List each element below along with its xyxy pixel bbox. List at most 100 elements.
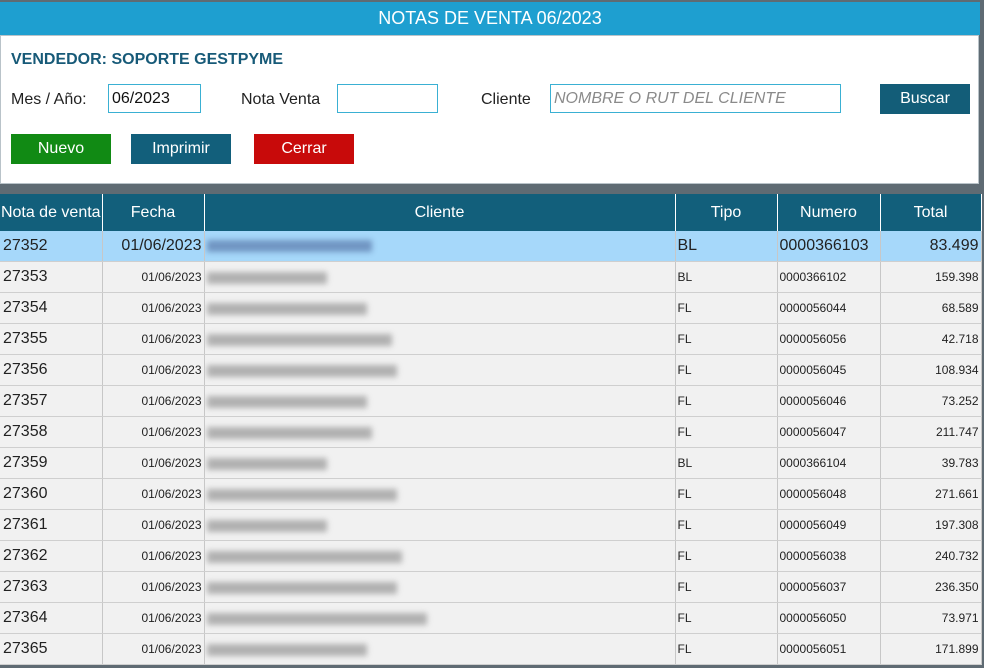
redacted-client-name bbox=[206, 550, 402, 563]
redacted-client-name bbox=[206, 271, 327, 284]
cell-total: 197.308 bbox=[880, 509, 982, 541]
cliente-label: Cliente bbox=[481, 91, 531, 108]
notas-table: Nota de venta Fecha Cliente Tipo Numero … bbox=[0, 194, 982, 665]
cell-numero: 0000056038 bbox=[777, 540, 881, 572]
cell-nota: 27358 bbox=[0, 416, 103, 448]
cell-tipo: BL bbox=[675, 231, 778, 262]
table-row[interactable]: 27356 01/06/2023 FL 0000056045 108.934 bbox=[0, 354, 982, 386]
cell-nota: 27360 bbox=[0, 478, 103, 510]
cell-numero: 0000056044 bbox=[777, 292, 881, 324]
window-title: NOTAS DE VENTA 06/2023 bbox=[0, 2, 980, 35]
cliente-input[interactable] bbox=[550, 84, 841, 113]
cell-tipo: FL bbox=[675, 602, 778, 634]
cell-tipo: FL bbox=[675, 540, 778, 572]
table-row[interactable]: 27353 01/06/2023 BL 0000366102 159.398 bbox=[0, 261, 982, 293]
cell-numero: 0000056048 bbox=[777, 478, 881, 510]
imprimir-button[interactable]: Imprimir bbox=[131, 134, 231, 164]
table-row[interactable]: 27364 01/06/2023 FL 0000056050 73.971 bbox=[0, 602, 982, 634]
cell-total: 240.732 bbox=[880, 540, 982, 572]
redacted-client-name bbox=[206, 581, 397, 594]
cell-tipo: FL bbox=[675, 323, 778, 355]
cerrar-button[interactable]: Cerrar bbox=[254, 134, 354, 164]
cell-cliente bbox=[204, 633, 676, 665]
column-header-cliente[interactable]: Cliente bbox=[204, 194, 676, 231]
cell-nota: 27353 bbox=[0, 261, 103, 293]
cell-nota: 27359 bbox=[0, 447, 103, 479]
redacted-client-name bbox=[206, 457, 327, 470]
redacted-client-name bbox=[206, 302, 367, 315]
table-row[interactable]: 27365 01/06/2023 FL 0000056051 171.899 bbox=[0, 633, 982, 665]
cell-fecha: 01/06/2023 bbox=[102, 385, 205, 417]
cell-cliente bbox=[204, 509, 676, 541]
cell-cliente bbox=[204, 478, 676, 510]
cell-total: 236.350 bbox=[880, 571, 982, 603]
cell-numero: 0000056046 bbox=[777, 385, 881, 417]
cell-total: 211.747 bbox=[880, 416, 982, 448]
buscar-button[interactable]: Buscar bbox=[880, 84, 970, 114]
cell-tipo: BL bbox=[675, 261, 778, 293]
cell-tipo: FL bbox=[675, 509, 778, 541]
cell-numero: 0000056049 bbox=[777, 509, 881, 541]
cell-total: 108.934 bbox=[880, 354, 982, 386]
redacted-client-name bbox=[206, 239, 372, 252]
nota-venta-label: Nota Venta bbox=[241, 91, 321, 108]
cell-numero: 0000366102 bbox=[777, 261, 881, 293]
cell-cliente bbox=[204, 323, 676, 355]
cell-fecha: 01/06/2023 bbox=[102, 633, 205, 665]
column-header-total[interactable]: Total bbox=[880, 194, 982, 231]
redacted-client-name bbox=[206, 364, 397, 377]
table-header-row: Nota de venta Fecha Cliente Tipo Numero … bbox=[0, 194, 982, 231]
cell-tipo: BL bbox=[675, 447, 778, 479]
nota-venta-input[interactable] bbox=[337, 84, 438, 113]
cell-cliente bbox=[204, 447, 676, 479]
table-row[interactable]: 27362 01/06/2023 FL 0000056038 240.732 bbox=[0, 540, 982, 572]
redacted-client-name bbox=[206, 333, 392, 346]
cell-numero: 0000056056 bbox=[777, 323, 881, 355]
column-header-tipo[interactable]: Tipo bbox=[675, 194, 778, 231]
cell-tipo: FL bbox=[675, 292, 778, 324]
cell-fecha: 01/06/2023 bbox=[102, 540, 205, 572]
nuevo-button[interactable]: Nuevo bbox=[11, 134, 111, 164]
cell-tipo: FL bbox=[675, 571, 778, 603]
cell-numero: 0000056050 bbox=[777, 602, 881, 634]
column-header-fecha[interactable]: Fecha bbox=[102, 194, 205, 231]
cell-nota: 27352 bbox=[0, 231, 103, 262]
column-header-nota[interactable]: Nota de venta bbox=[0, 194, 103, 231]
table-row[interactable]: 27355 01/06/2023 FL 0000056056 42.718 bbox=[0, 323, 982, 355]
table-row[interactable]: 27358 01/06/2023 FL 0000056047 211.747 bbox=[0, 416, 982, 448]
filter-panel: VENDEDOR: SOPORTE GESTPYME Mes / Año: No… bbox=[0, 35, 979, 184]
cell-cliente bbox=[204, 354, 676, 386]
cell-total: 83.499 bbox=[880, 231, 982, 262]
cell-fecha: 01/06/2023 bbox=[102, 231, 205, 262]
cell-nota: 27363 bbox=[0, 571, 103, 603]
cell-cliente bbox=[204, 385, 676, 417]
cell-tipo: FL bbox=[675, 633, 778, 665]
cell-numero: 0000056051 bbox=[777, 633, 881, 665]
cell-fecha: 01/06/2023 bbox=[102, 602, 205, 634]
cell-nota: 27357 bbox=[0, 385, 103, 417]
cell-numero: 0000366103 bbox=[777, 231, 881, 262]
redacted-client-name bbox=[206, 395, 367, 408]
cell-fecha: 01/06/2023 bbox=[102, 261, 205, 293]
mes-anio-input[interactable] bbox=[108, 84, 201, 113]
cell-tipo: FL bbox=[675, 385, 778, 417]
seller-label: VENDEDOR: SOPORTE GESTPYME bbox=[11, 51, 284, 68]
cell-fecha: 01/06/2023 bbox=[102, 323, 205, 355]
cell-total: 171.899 bbox=[880, 633, 982, 665]
table-row[interactable]: 27359 01/06/2023 BL 0000366104 39.783 bbox=[0, 447, 982, 479]
cell-cliente bbox=[204, 602, 676, 634]
cell-cliente bbox=[204, 540, 676, 572]
table-row[interactable]: 27363 01/06/2023 FL 0000056037 236.350 bbox=[0, 571, 982, 603]
column-header-numero[interactable]: Numero bbox=[777, 194, 881, 231]
table-row[interactable]: 27357 01/06/2023 FL 0000056046 73.252 bbox=[0, 385, 982, 417]
table-row[interactable]: 27352 01/06/2023 BL 0000366103 83.499 bbox=[0, 231, 982, 262]
cell-total: 73.971 bbox=[880, 602, 982, 634]
cell-total: 73.252 bbox=[880, 385, 982, 417]
cell-fecha: 01/06/2023 bbox=[102, 292, 205, 324]
table-row[interactable]: 27354 01/06/2023 FL 0000056044 68.589 bbox=[0, 292, 982, 324]
redacted-client-name bbox=[206, 426, 372, 439]
table-row[interactable]: 27361 01/06/2023 FL 0000056049 197.308 bbox=[0, 509, 982, 541]
cell-tipo: FL bbox=[675, 478, 778, 510]
cell-numero: 0000366104 bbox=[777, 447, 881, 479]
table-row[interactable]: 27360 01/06/2023 FL 0000056048 271.661 bbox=[0, 478, 982, 510]
